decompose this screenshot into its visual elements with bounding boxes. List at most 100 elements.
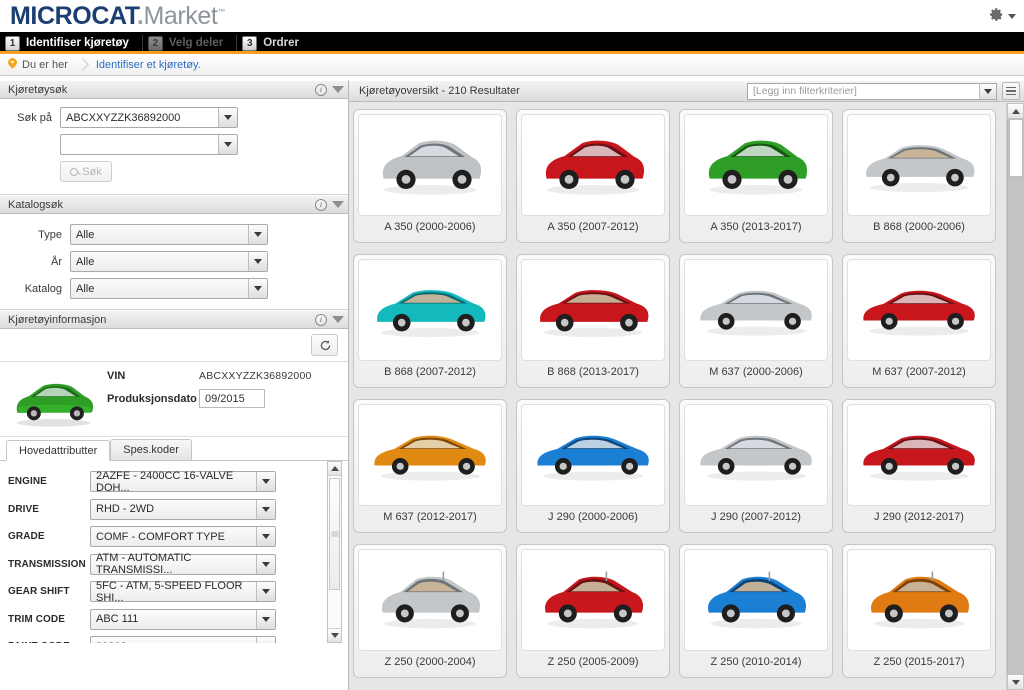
search-button[interactable]: Søk <box>60 161 112 182</box>
vehicle-card[interactable]: A 350 (2000-2006) <box>353 109 507 243</box>
left-sidebar: Kjøretøysøk i Søk på ABCXXYZZK36892000 S… <box>0 80 349 690</box>
production-date-field[interactable]: 09/2015 <box>199 389 265 408</box>
search-on-row: Søk på ABCXXYZZK36892000 <box>8 107 338 128</box>
vehicle-card[interactable]: J 290 (2000-2006) <box>516 399 670 533</box>
attribute-row: PAINT CODE 20202 <box>8 636 318 643</box>
vehicle-card[interactable]: M 637 (2012-2017) <box>353 399 507 533</box>
catalog-catalog-dropdown-button[interactable] <box>248 279 267 298</box>
attribute-dropdown-button[interactable] <box>256 499 275 519</box>
secondary-search-value[interactable] <box>61 135 218 154</box>
nav-tab-select-parts[interactable]: 2 Velg deler <box>143 32 238 54</box>
info-icon[interactable]: i <box>315 83 327 96</box>
catalog-year-select[interactable]: Alle <box>70 251 268 272</box>
attribute-dropdown-button[interactable] <box>256 527 275 546</box>
logo-market: Market <box>143 2 218 30</box>
vehicle-card[interactable]: M 637 (2000-2006) <box>679 254 833 388</box>
vehicle-card-thumbnail <box>358 114 502 216</box>
attribute-dropdown-button[interactable] <box>256 582 275 601</box>
attribute-engine-select[interactable]: 2AZFE - 2400CC 16-VALVE DOH... <box>90 470 276 494</box>
attribute-dropdown-button[interactable] <box>256 554 275 574</box>
vin-value: ABCXXYZZK36892000 <box>199 370 312 382</box>
results-scroll-up-button[interactable] <box>1007 103 1024 119</box>
nav-tab-list: 1 Identifiser kjøretøy 2 Velg deler 3 Or… <box>0 32 1024 54</box>
vehicle-card[interactable]: Z 250 (2015-2017) <box>842 544 996 678</box>
scroll-down-button[interactable] <box>328 628 341 642</box>
vehicle-card[interactable]: M 637 (2007-2012) <box>842 254 996 388</box>
info-icon[interactable]: i <box>315 198 327 211</box>
chevron-down-icon <box>262 616 270 622</box>
vehicle-card[interactable]: Z 250 (2005-2009) <box>516 544 670 678</box>
secondary-search-dropdown-button[interactable] <box>218 135 237 154</box>
tab-main-attributes[interactable]: Hovedattributter <box>6 440 111 461</box>
catalog-type-dropdown-button[interactable] <box>248 225 267 244</box>
vehicle-card[interactable]: B 868 (2000-2006) <box>842 109 996 243</box>
vehicle-card[interactable]: J 290 (2007-2012) <box>679 399 833 533</box>
attribute-transmission-select[interactable]: ATM - AUTOMATIC TRANSMISSI... <box>90 552 276 576</box>
vehicle-card[interactable]: B 868 (2013-2017) <box>516 254 670 388</box>
vehicle-card-thumbnail <box>521 549 665 651</box>
vehicle-card[interactable]: Z 250 (2010-2014) <box>679 544 833 678</box>
scrollbar-thumb[interactable] <box>329 478 340 590</box>
scroll-up-button[interactable] <box>328 462 341 476</box>
location-pin-icon <box>8 58 17 71</box>
attribute-drive-select[interactable]: RHD - 2WD <box>90 498 276 520</box>
secondary-search-combo[interactable] <box>60 134 238 155</box>
secondary-search-row <box>8 134 338 155</box>
results-scroll-down-button[interactable] <box>1007 674 1024 690</box>
reset-vehicle-button[interactable] <box>311 334 338 356</box>
vehicle-card[interactable]: Z 250 (2000-2004) <box>353 544 507 678</box>
panel-title: Kjøretøyinformasjon <box>8 313 107 326</box>
vehicle-card[interactable]: A 350 (2013-2017) <box>679 109 833 243</box>
nav-tab-label: Velg deler <box>168 37 224 49</box>
filter-criteria-value[interactable]: [Legg inn filterkriterier] <box>748 84 979 99</box>
tab-special-codes[interactable]: Spes.koder <box>110 439 192 460</box>
triangle-down-icon[interactable] <box>332 86 344 93</box>
breadcrumb-current-link[interactable]: Identifiser et kjøretøy. <box>96 59 201 71</box>
attribute-trim-code-select[interactable]: ABC 111 <box>90 608 276 630</box>
results-panel: Kjøretøyoversikt - 210 Resultater [Legg … <box>349 80 1024 690</box>
attribute-paint-code-select[interactable]: 20202 <box>90 636 276 643</box>
catalog-catalog-select[interactable]: Alle <box>70 278 268 299</box>
chevron-down-icon <box>254 232 262 237</box>
triangle-down-icon[interactable] <box>332 201 344 208</box>
list-view-icon[interactable] <box>1002 82 1020 100</box>
panel-body-catalog-search: Type Alle År Alle Katalog Alle <box>0 214 348 309</box>
attribute-value: ATM - AUTOMATIC TRANSMISSI... <box>96 552 192 576</box>
results-scrollbar-thumb[interactable] <box>1009 119 1023 177</box>
vin-search-combo[interactable]: ABCXXYZZK36892000 <box>60 107 238 128</box>
attribute-label: ENGINE <box>8 476 47 487</box>
vin-search-value[interactable]: ABCXXYZZK36892000 <box>61 108 218 127</box>
search-on-label: Søk på <box>17 111 52 124</box>
attribute-dropdown-button[interactable] <box>256 609 275 629</box>
panel-vehicle-information: Kjøretøyinformasjon i VIN ABCXXYZZK36892… <box>0 310 348 643</box>
filter-dropdown-button[interactable] <box>979 83 996 99</box>
triangle-down-icon[interactable] <box>332 316 344 323</box>
vehicle-info-summary: VIN ABCXXYZZK36892000 Produksjonsdato 09… <box>0 362 348 437</box>
attribute-label: PAINT CODE <box>8 641 90 643</box>
catalog-year-dropdown-button[interactable] <box>248 252 267 271</box>
vehicle-card-thumbnail <box>684 114 828 216</box>
logo-microcat: MICROCAT <box>10 2 137 30</box>
settings-menu-button[interactable] <box>989 7 1016 25</box>
results-scrollbar[interactable] <box>1006 103 1024 690</box>
vehicle-card[interactable]: A 350 (2007-2012) <box>516 109 670 243</box>
attribute-dropdown-button[interactable] <box>256 637 275 643</box>
vehicle-card[interactable]: J 290 (2012-2017) <box>842 399 996 533</box>
nav-tab-identify-vehicle[interactable]: 1 Identifiser kjøretøy <box>0 32 143 54</box>
attribute-dropdown-button[interactable] <box>256 472 275 491</box>
vin-search-dropdown-button[interactable] <box>218 108 237 127</box>
info-icon[interactable]: i <box>315 313 327 326</box>
vehicle-card-label: A 350 (2000-2006) <box>384 221 476 233</box>
attribute-gear-shift-select[interactable]: 5FC - ATM, 5-SPEED FLOOR SHI... <box>90 580 276 604</box>
vehicle-card-label: B 868 (2007-2012) <box>384 366 476 378</box>
vehicle-card-label: Z 250 (2005-2009) <box>547 656 639 668</box>
attribute-grade-select[interactable]: COMF - COMFORT TYPE <box>90 526 276 547</box>
triangle-up-icon <box>1011 108 1020 114</box>
nav-tab-orders[interactable]: 3 Ordrer <box>237 32 313 54</box>
filter-criteria-input[interactable]: [Legg inn filterkriterier] <box>747 82 997 100</box>
results-scrollbar-track[interactable] <box>1007 119 1024 674</box>
vehicle-card[interactable]: B 868 (2007-2012) <box>353 254 507 388</box>
chevron-down-icon <box>262 561 270 567</box>
catalog-type-select[interactable]: Alle <box>70 224 268 245</box>
attributes-scrollbar[interactable] <box>327 461 342 643</box>
